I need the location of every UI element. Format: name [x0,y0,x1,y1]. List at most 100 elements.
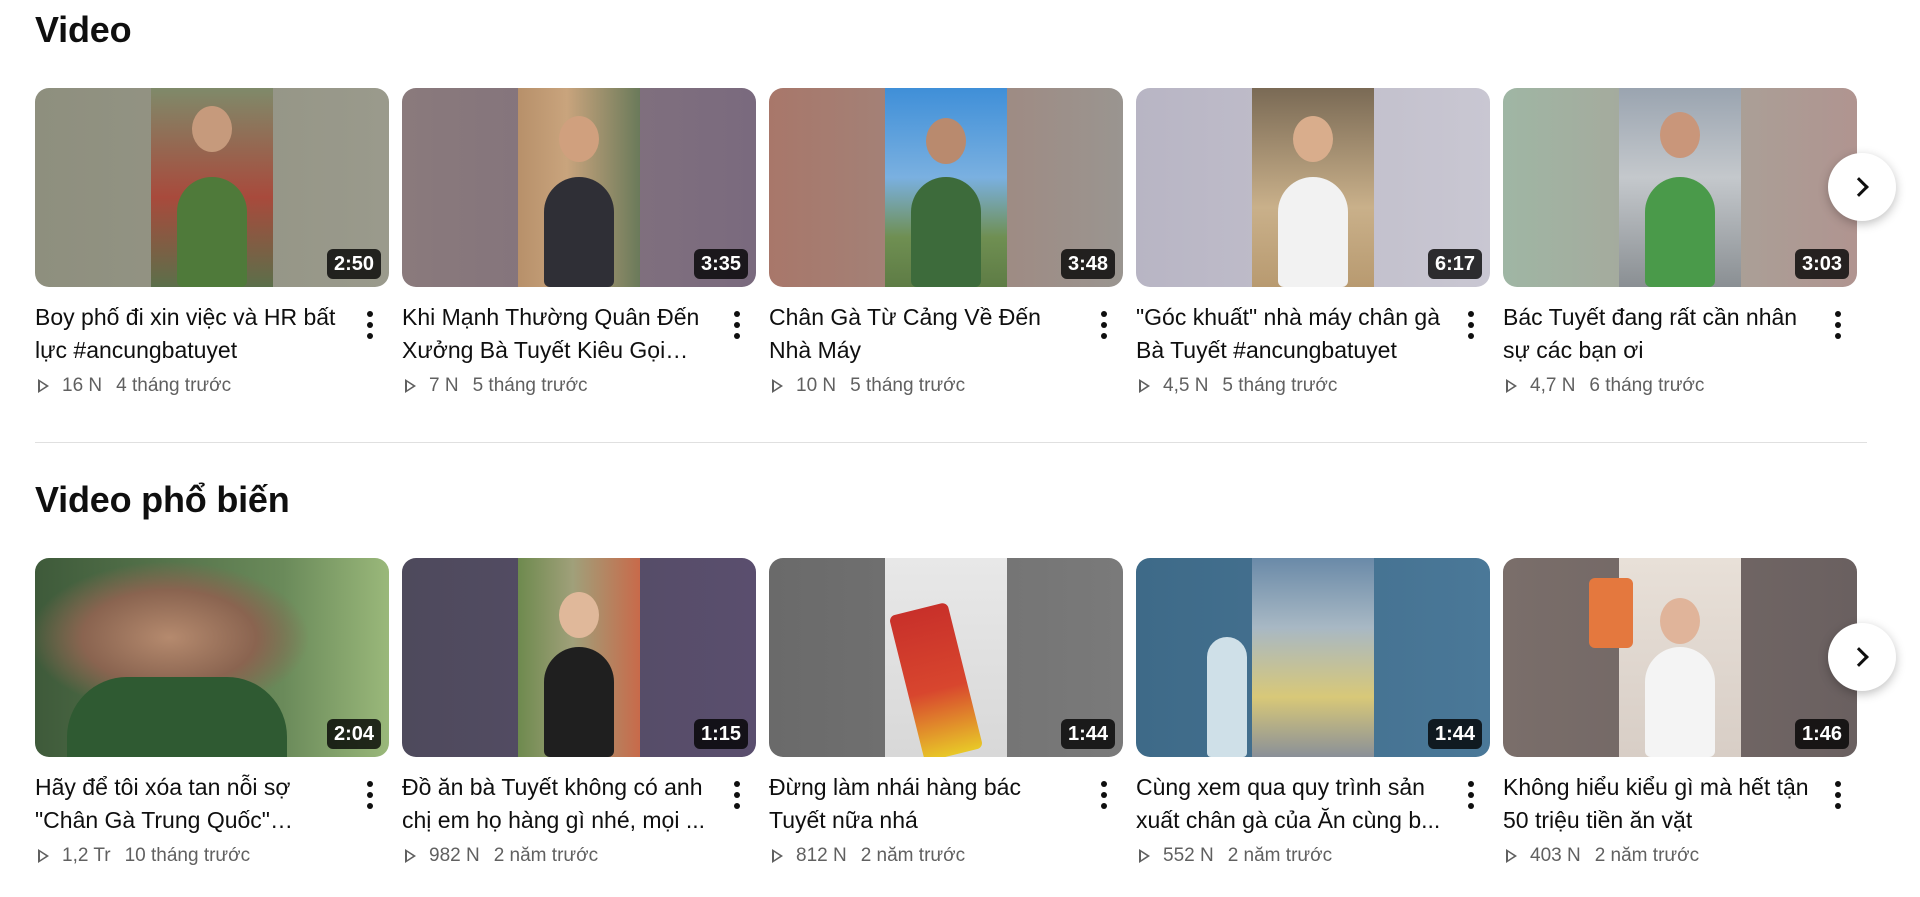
video-card[interactable]: 1:46 Không hiểu kiểu gì mà hết tận 50 tr… [1503,558,1857,878]
chevron-right-icon [1849,177,1869,197]
video-card[interactable]: 2:50 Boy phố đi xin việc và HR bất lực #… [35,88,389,408]
more-vert-icon[interactable] [1456,305,1486,345]
upload-age: 2 năm trước [493,845,599,866]
video-meta: Hãy để tôi xóa tan nỗi sợ "Chân Gà Trung… [35,757,389,869]
more-vert-icon[interactable] [1089,775,1119,815]
more-vert-icon[interactable] [355,775,385,815]
section-videos: Video 2:50 Boy phố đi xin việc và HR bất… [35,0,1896,408]
section-title[interactable]: Video phổ biến [35,470,1885,530]
upload-age: 2 năm trước [860,845,966,866]
duration-badge: 1:44 [1060,719,1115,749]
play-outline-icon [772,379,783,393]
video-title[interactable]: "Góc khuất" nhà máy chân gà Bà Tuyết #an… [1136,301,1446,367]
video-meta: Cùng xem qua quy trình sản xuất chân gà … [1136,757,1490,869]
video-thumbnail[interactable]: 2:50 [35,88,389,287]
video-title[interactable]: Cùng xem qua quy trình sản xuất chân gà … [1136,771,1446,837]
more-vert-icon[interactable] [1823,775,1853,815]
duration-badge: 3:03 [1794,249,1849,279]
video-stats: 10 N 5 tháng trước [769,373,1079,399]
play-outline-icon [1139,849,1150,863]
video-meta: "Góc khuất" nhà máy chân gà Bà Tuyết #an… [1136,287,1490,399]
section-divider [35,442,1867,443]
video-stats: 4,5 N 5 tháng trước [1136,373,1446,399]
video-stats: 552 N 2 năm trước [1136,843,1446,869]
video-thumbnail[interactable]: 6:17 [1136,88,1490,287]
video-stats: 16 N 4 tháng trước [35,373,345,399]
video-thumbnail[interactable]: 3:48 [769,88,1123,287]
view-count: 4,7 N [1530,375,1576,396]
more-vert-icon[interactable] [355,305,385,345]
view-count: 982 N [429,845,480,866]
video-title[interactable]: Không hiểu kiểu gì mà hết tận 50 triệu t… [1503,771,1813,837]
view-count: 403 N [1530,845,1581,866]
video-stats: 7 N 5 tháng trước [402,373,712,399]
upload-age: 6 tháng trước [1589,375,1705,396]
duration-badge: 3:35 [693,249,748,279]
video-thumbnail[interactable]: 2:04 [35,558,389,757]
video-stats: 812 N 2 năm trước [769,843,1079,869]
view-count: 1,2 Tr [62,845,111,866]
duration-badge: 1:46 [1794,719,1849,749]
video-stats: 403 N 2 năm trước [1503,843,1813,869]
video-meta: Không hiểu kiểu gì mà hết tận 50 triệu t… [1503,757,1857,869]
video-stats: 982 N 2 năm trước [402,843,712,869]
video-meta: Boy phố đi xin việc và HR bất lực #ancun… [35,287,389,399]
video-card[interactable]: 1:44 Cùng xem qua quy trình sản xuất châ… [1136,558,1490,878]
video-card[interactable]: 3:48 Chân Gà Từ Cảng Về Đến Nhà Máy 10 N… [769,88,1123,408]
play-outline-icon [1506,379,1517,393]
upload-age: 2 năm trước [1227,845,1333,866]
video-card[interactable]: 1:15 Đồ ăn bà Tuyết không có anh chị em … [402,558,756,878]
chevron-right-icon [1849,647,1869,667]
duration-badge: 2:50 [326,249,381,279]
video-card[interactable]: 3:03 Bác Tuyết đang rất cần nhân sự các … [1503,88,1857,408]
shelf-next-button[interactable] [1828,623,1896,691]
video-title[interactable]: Đồ ăn bà Tuyết không có anh chị em họ hà… [402,771,712,837]
video-card[interactable]: 6:17 "Góc khuất" nhà máy chân gà Bà Tuyế… [1136,88,1490,408]
video-thumbnail[interactable]: 1:15 [402,558,756,757]
more-vert-icon[interactable] [1089,305,1119,345]
view-count: 552 N [1163,845,1214,866]
play-outline-icon [38,379,49,393]
video-title[interactable]: Khi Mạnh Thường Quân Đến Xưởng Bà Tuyết … [402,301,712,367]
play-outline-icon [1139,379,1150,393]
upload-age: 2 năm trước [1594,845,1700,866]
video-thumbnail[interactable]: 1:44 [1136,558,1490,757]
video-card[interactable]: 3:35 Khi Mạnh Thường Quân Đến Xưởng Bà T… [402,88,756,408]
view-count: 7 N [429,375,459,396]
video-meta: Chân Gà Từ Cảng Về Đến Nhà Máy 10 N 5 th… [769,287,1123,399]
video-shelf: 2:50 Boy phố đi xin việc và HR bất lực #… [35,88,1896,408]
upload-age: 4 tháng trước [116,375,232,396]
video-meta: Bác Tuyết đang rất cần nhân sự các bạn ơ… [1503,287,1857,399]
upload-age: 5 tháng trước [850,375,966,396]
more-vert-icon[interactable] [1823,305,1853,345]
video-title[interactable]: Đừng làm nhái hàng bác Tuyết nữa nhá [769,771,1079,837]
upload-age: 5 tháng trước [472,375,588,396]
video-thumbnail[interactable]: 1:44 [769,558,1123,757]
video-stats: 4,7 N 6 tháng trước [1503,373,1813,399]
play-outline-icon [405,379,416,393]
view-count: 10 N [796,375,837,396]
video-card[interactable]: 2:04 Hãy để tôi xóa tan nỗi sợ "Chân Gà … [35,558,389,878]
shelf-next-button[interactable] [1828,153,1896,221]
duration-badge: 1:15 [693,719,748,749]
video-meta: Đừng làm nhái hàng bác Tuyết nữa nhá 812… [769,757,1123,869]
video-title[interactable]: Boy phố đi xin việc và HR bất lực #ancun… [35,301,345,367]
duration-badge: 3:48 [1060,249,1115,279]
view-count: 4,5 N [1163,375,1209,396]
video-thumbnail[interactable]: 3:35 [402,88,756,287]
upload-age: 5 tháng trước [1222,375,1338,396]
video-card[interactable]: 1:44 Đừng làm nhái hàng bác Tuyết nữa nh… [769,558,1123,878]
more-vert-icon[interactable] [722,305,752,345]
video-meta: Đồ ăn bà Tuyết không có anh chị em họ hà… [402,757,756,869]
duration-badge: 2:04 [326,719,381,749]
video-title[interactable]: Bác Tuyết đang rất cần nhân sự các bạn ơ… [1503,301,1813,367]
more-vert-icon[interactable] [1456,775,1486,815]
video-title[interactable]: Chân Gà Từ Cảng Về Đến Nhà Máy [769,301,1079,367]
video-thumbnail[interactable]: 3:03 [1503,88,1857,287]
section-title[interactable]: Video [35,0,1885,60]
video-shelf: 2:04 Hãy để tôi xóa tan nỗi sợ "Chân Gà … [35,558,1896,878]
video-meta: Khi Mạnh Thường Quân Đến Xưởng Bà Tuyết … [402,287,756,399]
video-thumbnail[interactable]: 1:46 [1503,558,1857,757]
video-title[interactable]: Hãy để tôi xóa tan nỗi sợ "Chân Gà Trung… [35,771,345,837]
more-vert-icon[interactable] [722,775,752,815]
